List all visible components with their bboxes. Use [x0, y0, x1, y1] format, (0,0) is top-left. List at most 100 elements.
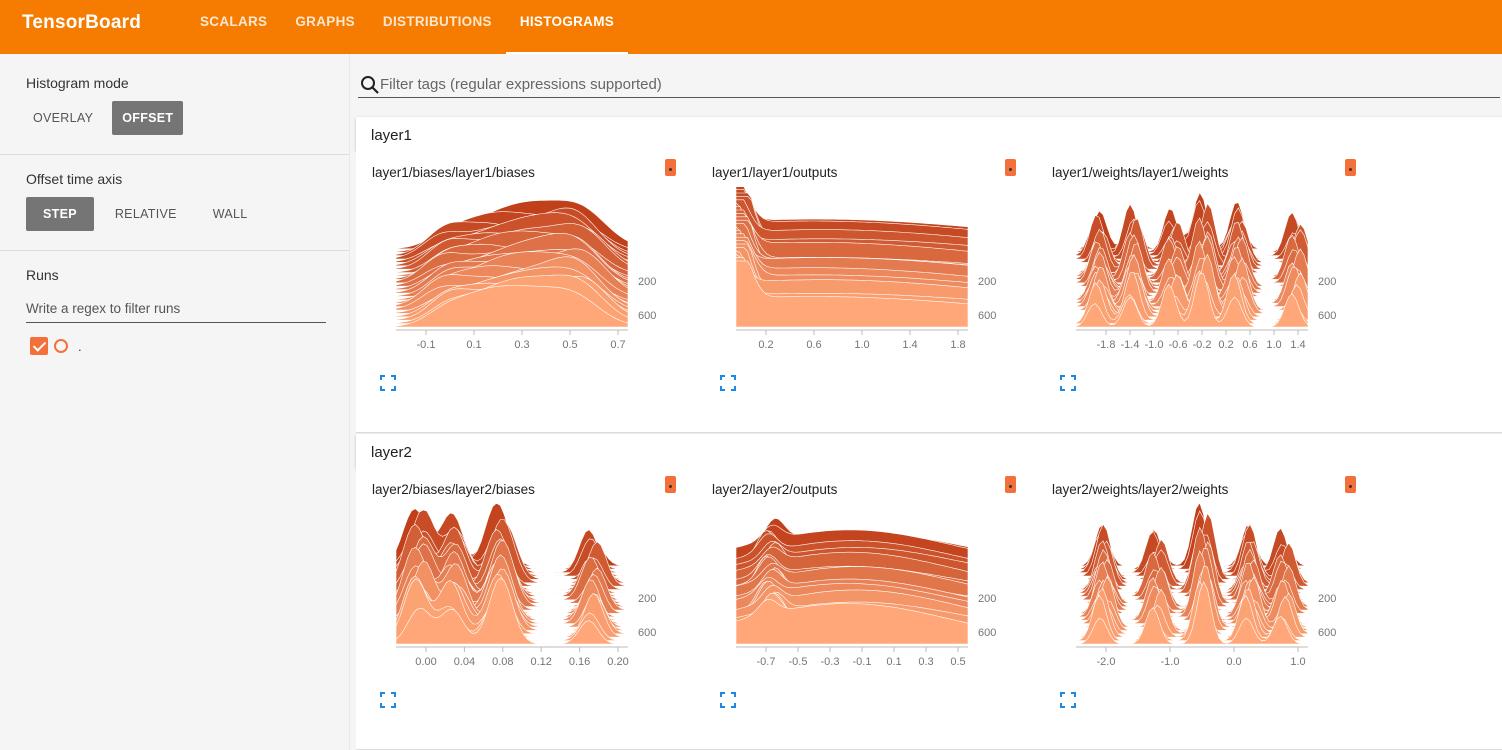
x-tick-label: -0.1 — [417, 339, 436, 351]
x-tick-label: 0.2 — [1218, 339, 1233, 351]
y-tick-label: 600 — [638, 310, 656, 322]
histogram-chart: -0.7 -0.5 -0.3 -0.1 0.1 0.3 0.5 200 600 — [735, 517, 996, 668]
x-tick-label: -0.7 — [757, 656, 776, 668]
runs-title: Runs — [26, 267, 59, 283]
card-title: layer2/layer2/outputs — [712, 482, 838, 497]
x-tick-label: -2.0 — [1097, 656, 1116, 668]
histogram-card: layer2/biases/layer2/biases 0.00 0.04 0.08… — [356, 468, 696, 748]
x-tick-label: 0.1 — [886, 656, 901, 668]
x-tick-label: 0.6 — [1242, 339, 1257, 351]
offset-mode-button[interactable]: OFFSET — [112, 101, 184, 135]
run-chip — [1005, 159, 1016, 176]
expand-icon[interactable] — [720, 692, 736, 708]
tab-histograms[interactable]: HISTOGRAMS — [505, 0, 629, 54]
run-checkbox[interactable] — [30, 337, 48, 355]
run-chip — [1345, 159, 1356, 176]
tab-distributions[interactable]: DISTRIBUTIONS — [369, 0, 506, 54]
run-name: . — [78, 338, 82, 354]
y-tick-label: 600 — [638, 627, 656, 639]
run-chip — [1005, 476, 1016, 493]
x-tick-label: 0.04 — [454, 656, 475, 668]
x-tick-label: 0.5 — [562, 339, 577, 351]
x-tick-label: 0.3 — [918, 656, 933, 668]
main-panel: layer1 layer1/biases/layer1/biases -0.1 0… — [356, 54, 1502, 750]
y-tick-label: 200 — [1318, 276, 1336, 288]
histogram-mode-section: Histogram mode OVERLAY OFFSET — [0, 54, 349, 155]
runs-section: Runs . — [0, 251, 349, 355]
histogram-card: layer1/biases/layer1/biases -0.1 0.1 0.3 0.… — [356, 151, 696, 431]
histogram-chart: -0.1 0.1 0.3 0.5 0.7 200 600 — [395, 199, 656, 351]
y-tick-label: 200 — [638, 593, 656, 605]
histogram-chart: -1.8 -1.4 -1.0 -0.6 -0.2 0.2 0.6 1.0 1.4 200 600 — [1075, 191, 1336, 351]
search-icon — [361, 76, 379, 94]
run-chip — [1345, 476, 1356, 493]
histogram-card: layer2/weights/layer2/weights -2.0 -1.0 0.… — [1036, 468, 1376, 748]
histogram-card: layer2/layer2/outputs -0.7 -0.5 -0.3 -0.1 0.… — [696, 468, 1036, 748]
x-tick-label: -0.1 — [853, 656, 872, 668]
runs-filter-input[interactable] — [26, 297, 326, 323]
card-title: layer1/biases/layer1/biases — [372, 165, 535, 180]
x-tick-label: 0.6 — [806, 339, 821, 351]
x-tick-label: 0.0 — [1226, 656, 1241, 668]
x-tick-label: 1.4 — [1290, 339, 1305, 351]
x-tick-label: -1.8 — [1097, 339, 1116, 351]
tab-scalars[interactable]: SCALARS — [186, 0, 281, 54]
y-tick-label: 600 — [978, 310, 996, 322]
histogram-card: layer1/weights/layer1/weights -1.8 -1.4 -1… — [1036, 151, 1376, 431]
x-tick-label: 1.8 — [950, 339, 965, 351]
category-header-layer1[interactable]: layer1 — [356, 117, 1502, 151]
y-tick-label: 200 — [638, 276, 656, 288]
step-axis-button[interactable]: STEP — [26, 197, 94, 231]
x-tick-label: 0.7 — [610, 339, 625, 351]
overlay-mode-button[interactable]: OVERLAY — [25, 101, 101, 135]
x-tick-label: 1.0 — [854, 339, 869, 351]
expand-icon[interactable] — [380, 375, 396, 391]
x-tick-label: 0.1 — [466, 339, 481, 351]
x-tick-label: 1.4 — [902, 339, 917, 351]
expand-icon[interactable] — [380, 692, 396, 708]
top-app-bar: TensorBoard SCALARS GRAPHS DISTRIBUTIONS… — [0, 0, 1502, 54]
x-tick-label: 0.08 — [492, 656, 513, 668]
run-item: . — [30, 337, 325, 355]
histogram-chart: 0.00 0.04 0.08 0.12 0.16 0.20 200 600 — [395, 504, 656, 668]
x-tick-label: 1.0 — [1290, 656, 1305, 668]
histogram-chart: 0.2 0.6 1.0 1.4 1.8 200 600 — [735, 187, 996, 351]
x-tick-label: 0.00 — [415, 656, 436, 668]
wall-axis-button[interactable]: WALL — [205, 197, 256, 231]
y-tick-label: 200 — [1318, 593, 1336, 605]
x-tick-label: 0.3 — [514, 339, 529, 351]
expand-icon[interactable] — [1060, 692, 1076, 708]
card-title: layer2/biases/layer2/biases — [372, 482, 535, 497]
histogram-mode-title: Histogram mode — [26, 75, 129, 91]
tag-filter — [358, 72, 1500, 98]
histogram-chart: -2.0 -1.0 0.0 1.0 200 600 — [1075, 504, 1336, 668]
x-tick-label: -0.5 — [789, 656, 808, 668]
x-tick-label: 0.16 — [569, 656, 590, 668]
x-tick-label: -1.0 — [1145, 339, 1164, 351]
offset-time-axis-title: Offset time axis — [26, 171, 123, 187]
category-body-layer2: layer2/biases/layer2/biases 0.00 0.04 0.08… — [356, 468, 1502, 750]
sidebar: Histogram mode OVERLAY OFFSET Offset tim… — [0, 54, 350, 750]
y-tick-label: 600 — [978, 627, 996, 639]
x-tick-label: -1.4 — [1121, 339, 1140, 351]
run-color-radio[interactable] — [54, 339, 68, 353]
x-tick-label: 0.12 — [530, 656, 551, 668]
x-tick-label: 1.0 — [1266, 339, 1281, 351]
tag-filter-input[interactable] — [380, 76, 1480, 93]
histogram-card: layer1/layer1/outputs 0.2 0.6 1.0 1.4 1.8 200… — [696, 151, 1036, 431]
x-tick-label: -0.2 — [1193, 339, 1212, 351]
expand-icon[interactable] — [720, 375, 736, 391]
offset-time-axis-section: Offset time axis STEP RELATIVE WALL — [0, 155, 349, 251]
dashboard-tabs: SCALARS GRAPHS DISTRIBUTIONS HISTOGRAMS — [186, 0, 629, 54]
x-tick-label: 0.5 — [950, 656, 965, 668]
expand-icon[interactable] — [1060, 375, 1076, 391]
card-title: layer2/weights/layer2/weights — [1052, 482, 1229, 497]
y-tick-label: 200 — [978, 593, 996, 605]
tab-graphs[interactable]: GRAPHS — [281, 0, 369, 54]
category-body-layer1: layer1/biases/layer1/biases -0.1 0.1 0.3 0.… — [356, 151, 1502, 433]
relative-axis-button[interactable]: RELATIVE — [107, 197, 185, 231]
card-title: layer1/weights/layer1/weights — [1052, 165, 1229, 180]
category-header-layer2[interactable]: layer2 — [356, 434, 1502, 468]
y-tick-label: 200 — [978, 276, 996, 288]
run-chip — [665, 159, 676, 176]
